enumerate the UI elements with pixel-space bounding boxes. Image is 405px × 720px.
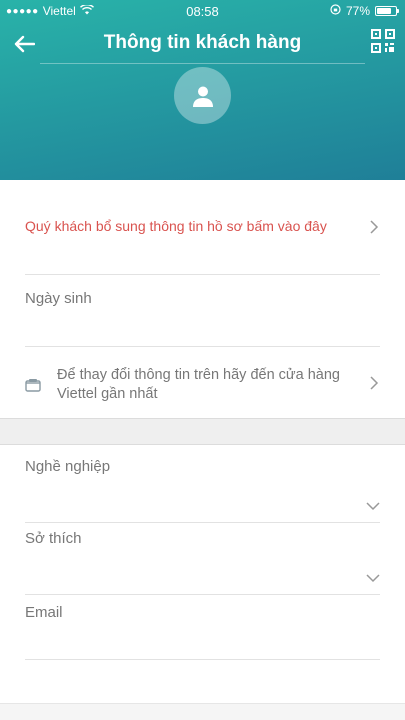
avatar[interactable] bbox=[174, 67, 231, 124]
status-bar: ●●●●● Viettel 08:58 77% bbox=[0, 0, 405, 22]
section-separator bbox=[0, 418, 405, 445]
occupation-label: Nghề nghiệp bbox=[25, 458, 111, 475]
divider bbox=[25, 274, 380, 275]
bottom-bar bbox=[0, 704, 405, 720]
orientation-lock-icon bbox=[330, 4, 341, 18]
hobbies-select[interactable]: Sở thích bbox=[25, 515, 380, 595]
qr-code-button[interactable] bbox=[371, 29, 395, 53]
page-title: Thông tin khách hàng bbox=[103, 32, 302, 53]
complete-profile-text: Quý khách bổ sung thông tin hồ sơ bấm và… bbox=[25, 218, 327, 234]
store-notice-row[interactable]: Để thay đổi thông tin trên hãy đến cửa h… bbox=[25, 366, 380, 406]
divider bbox=[25, 346, 380, 347]
battery-fill bbox=[377, 8, 391, 14]
store-icon bbox=[25, 379, 41, 392]
email-label: Email bbox=[25, 604, 63, 621]
battery-icon bbox=[375, 6, 399, 16]
underline bbox=[25, 659, 380, 660]
hobbies-label: Sở thích bbox=[25, 530, 82, 547]
store-notice-text: Để thay đổi thông tin trên hãy đến cửa h… bbox=[57, 367, 340, 402]
nav-bar: Thông tin khách hàng bbox=[0, 24, 405, 64]
header-divider bbox=[40, 63, 365, 64]
complete-profile-link[interactable]: Quý khách bổ sung thông tin hồ sơ bấm và… bbox=[25, 180, 380, 274]
chevron-right-icon bbox=[370, 220, 379, 234]
chevron-right-icon bbox=[370, 376, 379, 390]
header: ●●●●● Viettel 08:58 77% Thông tin khách … bbox=[0, 0, 405, 180]
battery-percent: 77% bbox=[345, 4, 370, 18]
qr-code-icon bbox=[371, 29, 395, 53]
user-icon bbox=[192, 86, 213, 107]
occupation-select[interactable]: Nghề nghiệp bbox=[25, 443, 380, 523]
birthday-label: Ngày sinh bbox=[25, 290, 92, 307]
email-field[interactable]: Email bbox=[25, 590, 380, 660]
chevron-down-icon bbox=[366, 574, 380, 583]
chevron-down-icon bbox=[366, 502, 380, 511]
